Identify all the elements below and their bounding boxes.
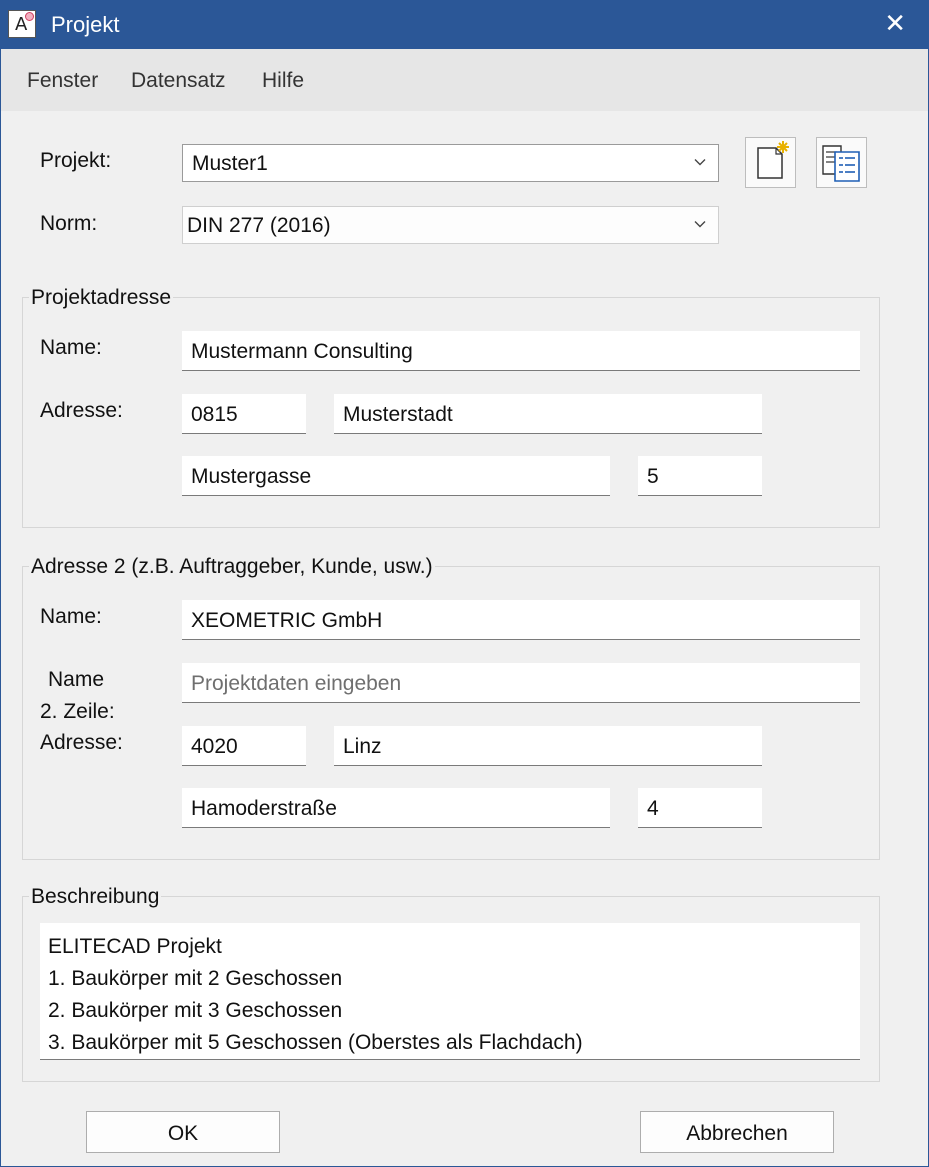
project-name-field[interactable]: Mustermann Consulting bbox=[182, 331, 860, 371]
project-label: Projekt: bbox=[40, 149, 112, 172]
description-line: ELITECAD Projekt bbox=[48, 935, 222, 958]
menu-hilfe[interactable]: Hilfe bbox=[262, 69, 304, 93]
project-value: Muster1 bbox=[192, 152, 268, 175]
project-select[interactable]: Muster1 bbox=[182, 144, 719, 182]
address2-name2-field[interactable]: Projektdaten eingeben bbox=[182, 663, 860, 703]
project-city-field[interactable]: Musterstadt bbox=[334, 394, 762, 434]
project-dialog: A Projekt ✕ Fenster Datensatz Hilfe Proj… bbox=[0, 0, 929, 1167]
chevron-down-icon bbox=[694, 221, 706, 228]
address2-address-label: Adresse: bbox=[40, 731, 123, 754]
project-list-button[interactable] bbox=[816, 137, 867, 188]
address2-zip-field[interactable]: 4020 bbox=[182, 726, 306, 766]
menu-datensatz[interactable]: Datensatz bbox=[131, 69, 226, 93]
project-name-label: Name: bbox=[40, 336, 102, 359]
menu-fenster[interactable]: Fenster bbox=[27, 69, 98, 93]
norm-value: DIN 277 (2016) bbox=[187, 214, 331, 237]
cancel-button[interactable]: Abbrechen bbox=[640, 1111, 834, 1153]
project-street-field[interactable]: Mustergasse bbox=[182, 456, 610, 496]
description-line: 2. Baukörper mit 3 Geschossen bbox=[48, 999, 343, 1022]
description-textarea[interactable]: ELITECAD Projekt 1. Baukörper mit 2 Gesc… bbox=[40, 923, 860, 1060]
address2-city-field[interactable]: Linz bbox=[334, 726, 762, 766]
description-title: Beschreibung bbox=[29, 885, 162, 909]
address2-title: Adresse 2 (z.B. Auftraggeber, Kunde, usw… bbox=[29, 555, 435, 579]
close-icon[interactable]: ✕ bbox=[884, 7, 906, 39]
address2-number-field[interactable]: 4 bbox=[638, 788, 762, 828]
project-address-label: Adresse: bbox=[40, 399, 123, 422]
menu-bar: Fenster Datensatz Hilfe bbox=[1, 49, 928, 111]
address2-name-label: Name: bbox=[40, 605, 102, 628]
project-zip-field[interactable]: 0815 bbox=[182, 394, 306, 434]
title-bar: A Projekt ✕ bbox=[1, 1, 928, 49]
chevron-down-icon bbox=[694, 159, 706, 166]
project-number-field[interactable]: 5 bbox=[638, 456, 762, 496]
list-icon bbox=[822, 145, 860, 182]
app-icon: A bbox=[8, 10, 36, 38]
description-line: 1. Baukörper mit 2 Geschossen bbox=[48, 967, 343, 990]
description-line: 3. Baukörper mit 5 Geschossen (Oberstes … bbox=[48, 1031, 583, 1054]
new-project-button[interactable] bbox=[745, 137, 796, 188]
address2-name-field[interactable]: XEOMETRIC GmbH bbox=[182, 600, 860, 640]
project-address-title: Projektadresse bbox=[29, 286, 174, 310]
norm-label: Norm: bbox=[40, 212, 98, 235]
new-document-icon bbox=[757, 141, 789, 179]
address2-street-field[interactable]: Hamoderstraße bbox=[182, 788, 610, 828]
window-title: Projekt bbox=[51, 12, 120, 37]
norm-select[interactable]: DIN 277 (2016) bbox=[182, 206, 719, 244]
ok-button[interactable]: OK bbox=[86, 1111, 280, 1153]
address2-name2-label-line1: Name bbox=[48, 668, 105, 691]
address2-name2-label-line2: 2. Zeile: bbox=[40, 700, 115, 723]
